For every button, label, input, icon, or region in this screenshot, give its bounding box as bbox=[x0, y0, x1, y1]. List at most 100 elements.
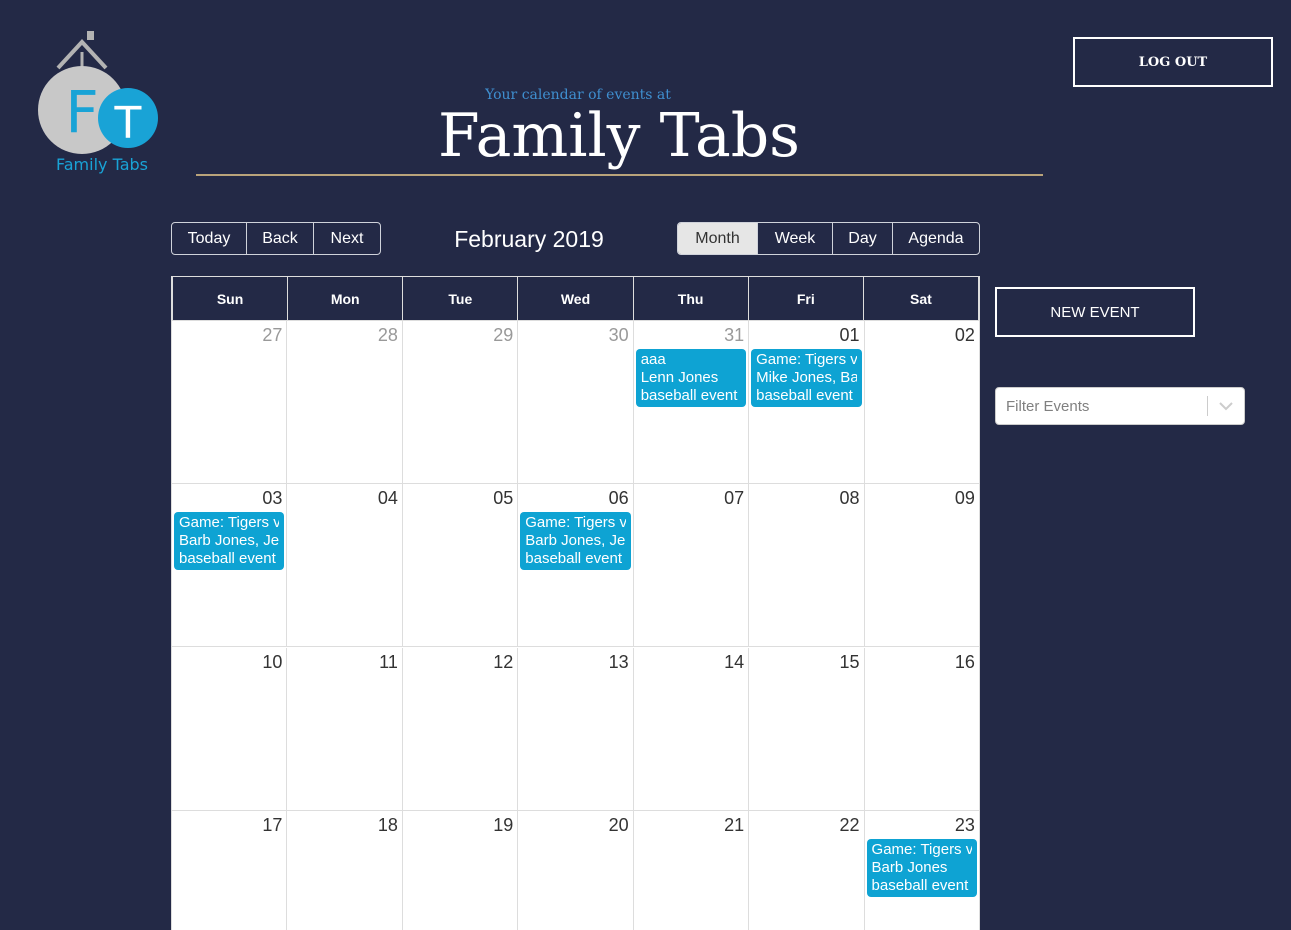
weekday-header: Thu bbox=[634, 277, 749, 320]
day-cell[interactable]: 22 bbox=[749, 811, 865, 930]
day-number[interactable]: 22 bbox=[840, 815, 860, 836]
day-number[interactable]: 10 bbox=[262, 652, 282, 673]
day-number[interactable]: 19 bbox=[493, 815, 513, 836]
calendar-event[interactable]: Game: Tigers vs Barb Jones baseball event bbox=[866, 839, 977, 897]
event-line: Barb Jones, Jen bbox=[525, 532, 626, 549]
day-cell[interactable]: 08 bbox=[749, 484, 865, 646]
day-number[interactable]: 04 bbox=[378, 488, 398, 509]
logout-button[interactable]: LOG OUT bbox=[1073, 37, 1273, 87]
day-number[interactable]: 21 bbox=[724, 815, 744, 836]
day-cell[interactable]: 14 bbox=[633, 648, 750, 810]
calendar-event[interactable]: Game: Tigers vs Barb Jones, Jen baseball e… bbox=[520, 512, 631, 570]
day-number[interactable]: 01 bbox=[840, 325, 860, 346]
day-cell[interactable]: 10 bbox=[172, 648, 288, 810]
day-cell[interactable]: 09 bbox=[864, 484, 979, 646]
day-number[interactable]: 11 bbox=[379, 652, 398, 673]
calendar-event[interactable]: Game: Tigers vs Barb Jones, Jen baseball e… bbox=[174, 512, 285, 570]
view-week-button[interactable]: Week bbox=[758, 223, 833, 254]
day-cell[interactable]: 15 bbox=[749, 648, 865, 810]
weekday-header: Fri bbox=[749, 277, 864, 320]
house-logo-icon: F T bbox=[38, 31, 158, 154]
day-cell[interactable]: 02 bbox=[864, 321, 979, 483]
week-row: 03 Game: Tigers vs Barb Jones, Jen baseball… bbox=[172, 484, 979, 647]
day-cell[interactable]: 06 Game: Tigers vs Barb Jones, Jen baseball… bbox=[518, 484, 634, 646]
calendar-nav-group: Today Back Next bbox=[171, 222, 381, 255]
app-logo: F T Family Tabs bbox=[36, 28, 166, 178]
day-cell[interactable]: 13 bbox=[518, 648, 634, 810]
day-number[interactable]: 08 bbox=[840, 488, 860, 509]
day-cell[interactable]: 04 bbox=[287, 484, 403, 646]
day-cell[interactable]: 23 Game: Tigers vs Barb Jones baseball even… bbox=[864, 811, 979, 930]
calendar-event[interactable]: aaa Lenn Jones baseball event bbox=[635, 349, 747, 407]
day-cell[interactable]: 27 bbox=[172, 321, 288, 483]
calendar-event[interactable]: Game: Tigers vs Mike Jones, Ba baseball ev… bbox=[751, 349, 862, 407]
day-cell[interactable]: 21 bbox=[633, 811, 750, 930]
day-number[interactable]: 23 bbox=[955, 815, 975, 836]
event-line: Lenn Jones bbox=[640, 369, 719, 386]
weekday-header: Sat bbox=[910, 290, 932, 307]
event-line: Game: Tigers vs bbox=[756, 351, 857, 368]
day-cell[interactable]: 19 bbox=[402, 811, 519, 930]
day-number[interactable]: 29 bbox=[493, 325, 513, 346]
view-agenda-button[interactable]: Agenda bbox=[893, 223, 979, 254]
day-number[interactable]: 02 bbox=[955, 325, 975, 346]
back-button[interactable]: Back bbox=[247, 223, 314, 254]
event-line: Mike Jones, Ba bbox=[756, 369, 857, 386]
week-row: 27 28 29 30 31 aaa Lenn Jones baseball event 01 G… bbox=[172, 321, 979, 484]
weekday-header: Mon bbox=[288, 277, 404, 320]
day-cell[interactable]: 11 bbox=[287, 648, 403, 810]
day-cell[interactable]: 05 bbox=[402, 484, 519, 646]
day-number[interactable]: 12 bbox=[493, 652, 513, 673]
day-number[interactable]: 05 bbox=[493, 488, 513, 509]
view-month-button[interactable]: Month bbox=[678, 223, 758, 254]
day-cell[interactable]: 18 bbox=[287, 811, 403, 930]
next-button[interactable]: Next bbox=[314, 223, 380, 254]
view-day-button[interactable]: Day bbox=[833, 223, 893, 254]
event-line: baseball event bbox=[871, 877, 969, 894]
filter-events-placeholder: Filter Events bbox=[1006, 397, 1090, 415]
day-cell[interactable]: 03 Game: Tigers vs Barb Jones, Jen baseball… bbox=[172, 484, 288, 646]
day-number[interactable]: 28 bbox=[378, 325, 398, 346]
title-divider bbox=[196, 174, 1043, 176]
event-line: Barb Jones, Jen bbox=[179, 532, 280, 549]
day-number[interactable]: 16 bbox=[955, 652, 975, 673]
day-cell[interactable]: 17 bbox=[172, 811, 288, 930]
event-line: Game: Tigers vs bbox=[525, 514, 626, 531]
day-number[interactable]: 09 bbox=[955, 488, 975, 509]
event-line: Barb Jones bbox=[871, 859, 948, 876]
day-cell[interactable]: 12 bbox=[402, 648, 519, 810]
weekday-header: Wed bbox=[518, 277, 634, 320]
day-cell[interactable]: 01 Game: Tigers vs Mike Jones, Ba baseball … bbox=[749, 321, 865, 483]
day-number[interactable]: 18 bbox=[378, 815, 398, 836]
filter-events-select[interactable]: Filter Events bbox=[995, 387, 1245, 425]
calendar-view-group: Month Week Day Agenda bbox=[677, 222, 980, 255]
weekday-header: Sun bbox=[173, 277, 289, 320]
today-button[interactable]: Today bbox=[172, 223, 247, 254]
event-line: baseball event bbox=[525, 550, 623, 567]
day-number[interactable]: 13 bbox=[609, 652, 629, 673]
day-number[interactable]: 07 bbox=[724, 488, 744, 509]
day-number[interactable]: 15 bbox=[840, 652, 860, 673]
day-number[interactable]: 20 bbox=[609, 815, 629, 836]
current-month-label: February 2019 bbox=[454, 226, 604, 252]
day-number[interactable]: 30 bbox=[609, 325, 629, 346]
day-number[interactable]: 31 bbox=[724, 325, 744, 346]
day-cell[interactable]: 28 bbox=[287, 321, 403, 483]
day-cell[interactable]: 31 aaa Lenn Jones baseball event bbox=[633, 321, 750, 483]
weekday-header: Tue bbox=[403, 277, 519, 320]
day-cell[interactable]: 30 bbox=[518, 321, 634, 483]
day-cell[interactable]: 16 bbox=[864, 648, 979, 810]
day-cell[interactable]: 07 bbox=[633, 484, 750, 646]
day-number[interactable]: 17 bbox=[262, 815, 282, 836]
new-event-button[interactable]: NEW EVENT bbox=[995, 287, 1195, 337]
week-row: 17 18 19 20 21 22 23 Game: Tigers vs Barb Jones b… bbox=[172, 811, 979, 930]
day-number[interactable]: 03 bbox=[262, 488, 282, 509]
svg-text:F: F bbox=[65, 78, 98, 146]
day-cell[interactable]: 20 bbox=[518, 811, 634, 930]
event-line: baseball event bbox=[640, 387, 738, 404]
chevron-down-icon[interactable] bbox=[1208, 388, 1244, 424]
day-number[interactable]: 06 bbox=[609, 488, 629, 509]
day-number[interactable]: 14 bbox=[724, 652, 744, 673]
day-cell[interactable]: 29 bbox=[402, 321, 519, 483]
day-number[interactable]: 27 bbox=[262, 325, 282, 346]
